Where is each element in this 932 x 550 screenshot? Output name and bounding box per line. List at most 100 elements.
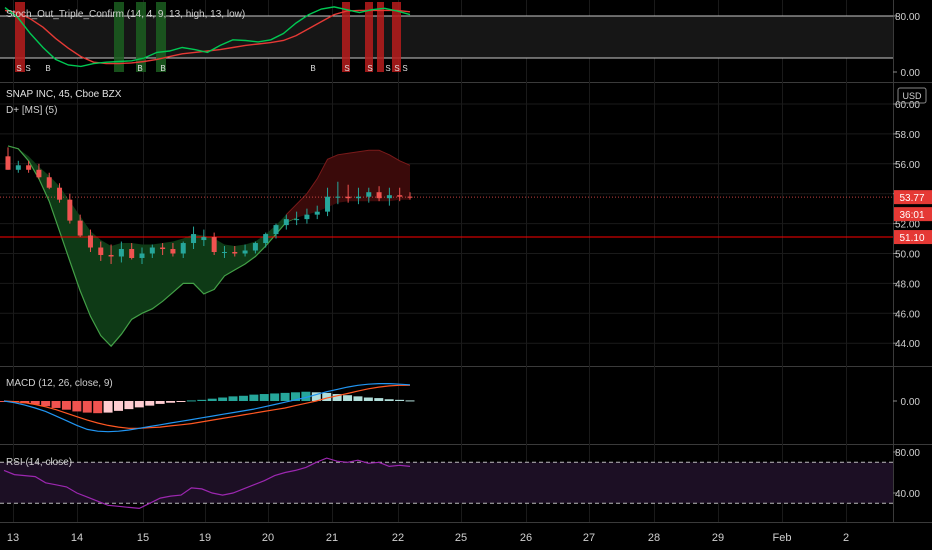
candle-body[interactable] [26,165,32,170]
macd-histogram-bar[interactable] [374,398,384,401]
macd-histogram-bar[interactable] [82,401,92,413]
candle-body[interactable] [201,237,207,241]
rsi-title[interactable]: RSI (14, close) [6,457,72,468]
candle-body[interactable] [36,169,42,178]
candle-body[interactable] [87,235,93,248]
macd-histogram-bar[interactable] [155,401,165,404]
macd-histogram-bar[interactable] [218,397,228,401]
macd-histogram-bar[interactable] [186,400,196,402]
candle-body[interactable] [98,247,104,255]
candle-body[interactable] [139,253,145,258]
stoch-signal-letter: S [16,64,21,73]
stoch-signal-column [377,2,384,72]
candle-body[interactable] [314,211,320,215]
macd-histogram-bar[interactable] [363,397,373,401]
macd-histogram-bar[interactable] [72,401,82,412]
stoch-signal-column [365,2,373,72]
candle-body[interactable] [294,219,300,221]
candle-body[interactable] [108,254,114,257]
candle-body[interactable] [5,156,11,170]
stoch-signal-letter: S [25,64,30,73]
stoch-signal-letter: S [344,64,349,73]
candle-body[interactable] [263,234,269,244]
macd-histogram-bar[interactable] [280,392,290,401]
macd-histogram-bar[interactable] [103,401,113,413]
candle-body[interactable] [149,247,155,254]
candle-body[interactable] [232,252,238,254]
candle-body[interactable] [191,234,197,244]
price-pane-title[interactable]: SNAP INC, 45, Cboe BZX [6,89,122,100]
macd-histogram-bar[interactable] [145,401,155,406]
candle-body[interactable] [67,199,73,221]
macd-histogram-bar[interactable] [270,393,280,401]
stoch-signal-letter: B [137,64,142,73]
macd-histogram-bar[interactable] [197,399,207,401]
macd-histogram-bar[interactable] [41,401,51,407]
candle-body[interactable] [376,192,382,199]
macd-histogram-bar[interactable] [176,401,186,402]
y-tick-label: 80.00 [895,448,920,459]
candle-body[interactable] [46,177,52,188]
candle-body[interactable] [77,220,83,236]
currency-label: USD [902,91,922,101]
candle-body[interactable] [180,243,186,254]
macd-histogram-bar[interactable] [93,401,103,414]
y-tick-label: 80.00 [895,12,920,23]
date-tick-label: 20 [262,532,274,544]
candle-body[interactable] [397,195,403,197]
rsi-band [0,462,893,504]
candle-body[interactable] [57,187,63,200]
candle-body[interactable] [118,249,124,257]
candle-body[interactable] [345,196,351,199]
candle-body[interactable] [15,165,21,170]
macd-histogram-bar[interactable] [238,395,248,401]
macd-histogram-bar[interactable] [249,394,259,401]
y-tick-label: 48.00 [895,279,920,290]
candle-body[interactable] [325,196,331,212]
macd-histogram-bar[interactable] [228,396,238,401]
macd-histogram-bar[interactable] [207,398,217,401]
y-tick-label: 0.00 [901,397,921,408]
candle-body[interactable] [252,243,258,251]
stoch-title[interactable]: Stoch_Out_Triple_Confirm (14, 4, 9, 13, … [6,9,245,20]
candle-body[interactable] [221,252,227,254]
macd-histogram-bar[interactable] [51,401,61,408]
macd-histogram-bar[interactable] [353,396,363,401]
candle-body[interactable] [366,192,372,197]
candle-body[interactable] [355,196,361,199]
candle-body[interactable] [273,225,279,235]
macd-histogram-bar[interactable] [259,394,269,401]
macd-histogram-bar[interactable] [134,401,144,408]
y-tick-label: 50.00 [895,250,920,261]
candle-body[interactable] [386,195,392,199]
candle-body[interactable] [129,249,135,258]
macd-histogram-bar[interactable] [124,401,134,410]
date-tick-label: 14 [71,532,83,544]
dplus-indicator-title[interactable]: D+ [MS] (5) [6,105,57,116]
candle-body[interactable] [304,214,310,220]
macd-histogram-bar[interactable] [343,395,353,401]
candle-body[interactable] [335,196,341,198]
stoch-signal-letter: S [385,64,390,73]
candle-body[interactable] [283,219,289,226]
macd-title[interactable]: MACD (12, 26, close, 9) [6,378,113,389]
candle-body[interactable] [160,247,166,250]
date-tick-label: Feb [773,532,792,544]
candle-body[interactable] [407,196,413,198]
date-tick-label: 13 [7,532,19,544]
date-tick-label: 15 [137,532,149,544]
macd-histogram-bar[interactable] [114,401,124,411]
candle-body[interactable] [170,249,176,254]
y-tick-label: 58.00 [895,130,920,141]
date-tick-label: 22 [392,532,404,544]
candle-body[interactable] [211,237,217,253]
y-tick-label: 44.00 [895,339,920,350]
macd-histogram-bar[interactable] [384,399,394,401]
macd-histogram-bar[interactable] [405,400,415,402]
price-badge-label: 53.77 [899,193,924,204]
stoch-signal-letter: B [310,64,315,73]
macd-histogram-bar[interactable] [395,399,405,401]
macd-histogram-bar[interactable] [166,401,176,403]
macd-histogram-bar[interactable] [61,401,71,410]
candle-body[interactable] [242,250,248,254]
